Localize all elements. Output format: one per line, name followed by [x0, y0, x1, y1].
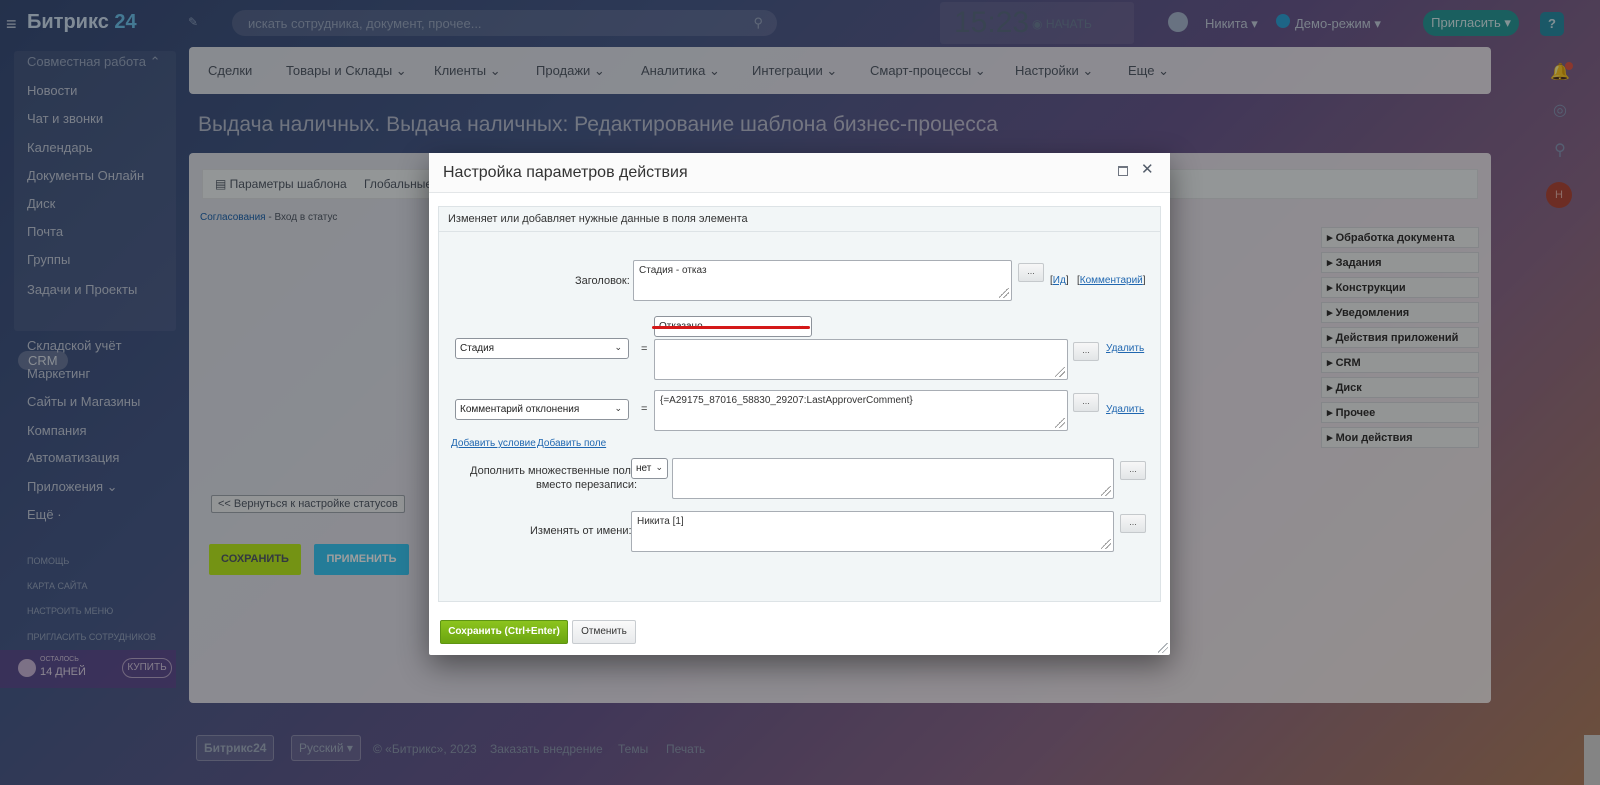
equals-sign: = [641, 343, 648, 355]
chevron-down-icon: ⌄ [614, 403, 622, 413]
stage-value-input[interactable] [654, 339, 1068, 380]
resize-grip-icon[interactable] [1055, 418, 1065, 428]
resize-grip-icon[interactable] [999, 288, 1009, 298]
comment-value-input[interactable]: {=A29175_87016_58830_29207:LastApproverC… [654, 390, 1068, 431]
modified-by-insert-button[interactable]: ... [1120, 514, 1146, 533]
dialog-save-button[interactable]: Сохранить (Ctrl+Enter) [440, 620, 568, 644]
title-insert-button[interactable]: ... [1018, 263, 1044, 282]
field-select-stage[interactable]: Стадия ⌄ [455, 338, 629, 359]
multi-fields-select[interactable]: нет ⌄ [631, 458, 668, 479]
close-icon[interactable]: ✕ [1141, 162, 1154, 177]
resize-grip-icon[interactable] [1101, 486, 1111, 496]
chevron-down-icon: ⌄ [655, 462, 663, 472]
resize-grip-icon[interactable] [1101, 539, 1111, 549]
multi-fields-insert-button[interactable]: ... [1120, 461, 1146, 480]
chevron-down-icon: ⌄ [614, 342, 622, 352]
dialog-title: Настройка параметров действия [443, 164, 688, 181]
maximize-icon[interactable] [1118, 166, 1128, 176]
action-settings-dialog: Настройка параметров действия ✕ Изменяет… [429, 153, 1170, 655]
equals-sign: = [641, 403, 648, 415]
add-condition-link[interactable]: Добавить условие [451, 438, 536, 449]
id-link[interactable]: Ид [1053, 275, 1066, 286]
dialog-description: Изменяет или добавляет нужные данные в п… [439, 207, 1160, 232]
dialog-cancel-button[interactable]: Отменить [572, 620, 636, 644]
comment-insert-button[interactable]: ... [1073, 393, 1099, 412]
resize-grip-icon[interactable] [1055, 367, 1065, 377]
field-select-comment[interactable]: Комментарий отклонения ⌄ [455, 399, 629, 420]
highlight-underline [652, 326, 810, 329]
id-link-wrap: [Ид] [1050, 275, 1069, 286]
delete-comment-link[interactable]: Удалить [1106, 404, 1144, 415]
modified-by-label: Изменять от имени: [530, 525, 632, 537]
comment-link-wrap: [Комментарий] [1077, 275, 1146, 286]
dialog-header[interactable]: Настройка параметров действия ✕ [429, 153, 1170, 193]
comment-link[interactable]: Комментарий [1080, 275, 1143, 286]
title-label: Заголовок: [575, 275, 630, 287]
dialog-resize-icon[interactable] [1158, 643, 1168, 653]
multi-fields-input[interactable] [672, 458, 1114, 499]
title-input[interactable]: Стадия - отказ [633, 260, 1012, 301]
modified-by-input[interactable]: Никита [1] [631, 511, 1114, 552]
multi-fields-label-1: Дополнить множественные поля [470, 465, 637, 477]
multi-fields-label-2: вместо перезаписи: [536, 479, 638, 491]
stage-insert-button[interactable]: ... [1073, 342, 1099, 361]
add-field-link[interactable]: Добавить поле [537, 438, 606, 449]
delete-stage-link[interactable]: Удалить [1106, 343, 1144, 354]
